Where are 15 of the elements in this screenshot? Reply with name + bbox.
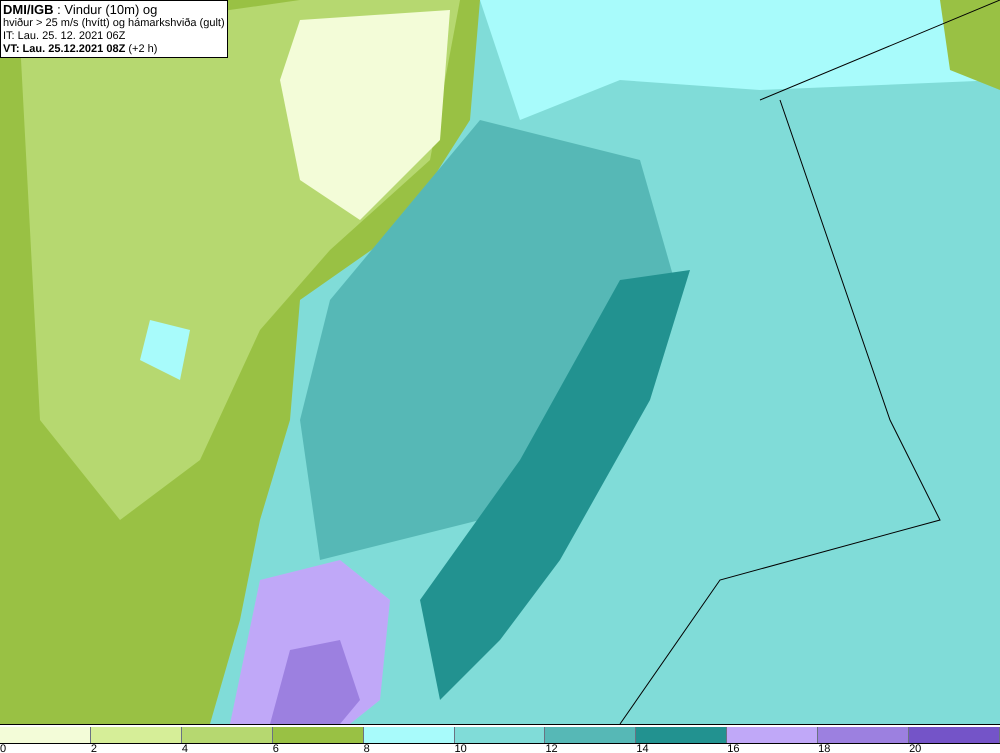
legend-label: 0 xyxy=(0,744,6,753)
title-line: IT: Lau. 25. 12. 2021 06Z xyxy=(3,30,126,43)
legend-label: 18 xyxy=(818,744,830,753)
legend-label: 14 xyxy=(636,744,649,753)
legend-label: 20 xyxy=(909,744,922,753)
legend-label: 10 xyxy=(454,744,467,753)
legend-label: 12 xyxy=(545,744,558,753)
legend-label: 2 xyxy=(90,744,98,753)
title-line: VT: Lau. 25.12.2021 08Z (+2 h) xyxy=(3,43,158,56)
legend-label: 4 xyxy=(182,744,188,753)
title-line: DMI/IGB : Vindur (10m) og xyxy=(3,2,158,17)
legend-label: 6 xyxy=(272,744,279,753)
title-line: hviður > 25 m/s (hvítt) og hámarkshviða (gult) xyxy=(3,17,225,30)
legend-label: 8 xyxy=(364,744,370,753)
legend-label: 16 xyxy=(727,744,740,753)
